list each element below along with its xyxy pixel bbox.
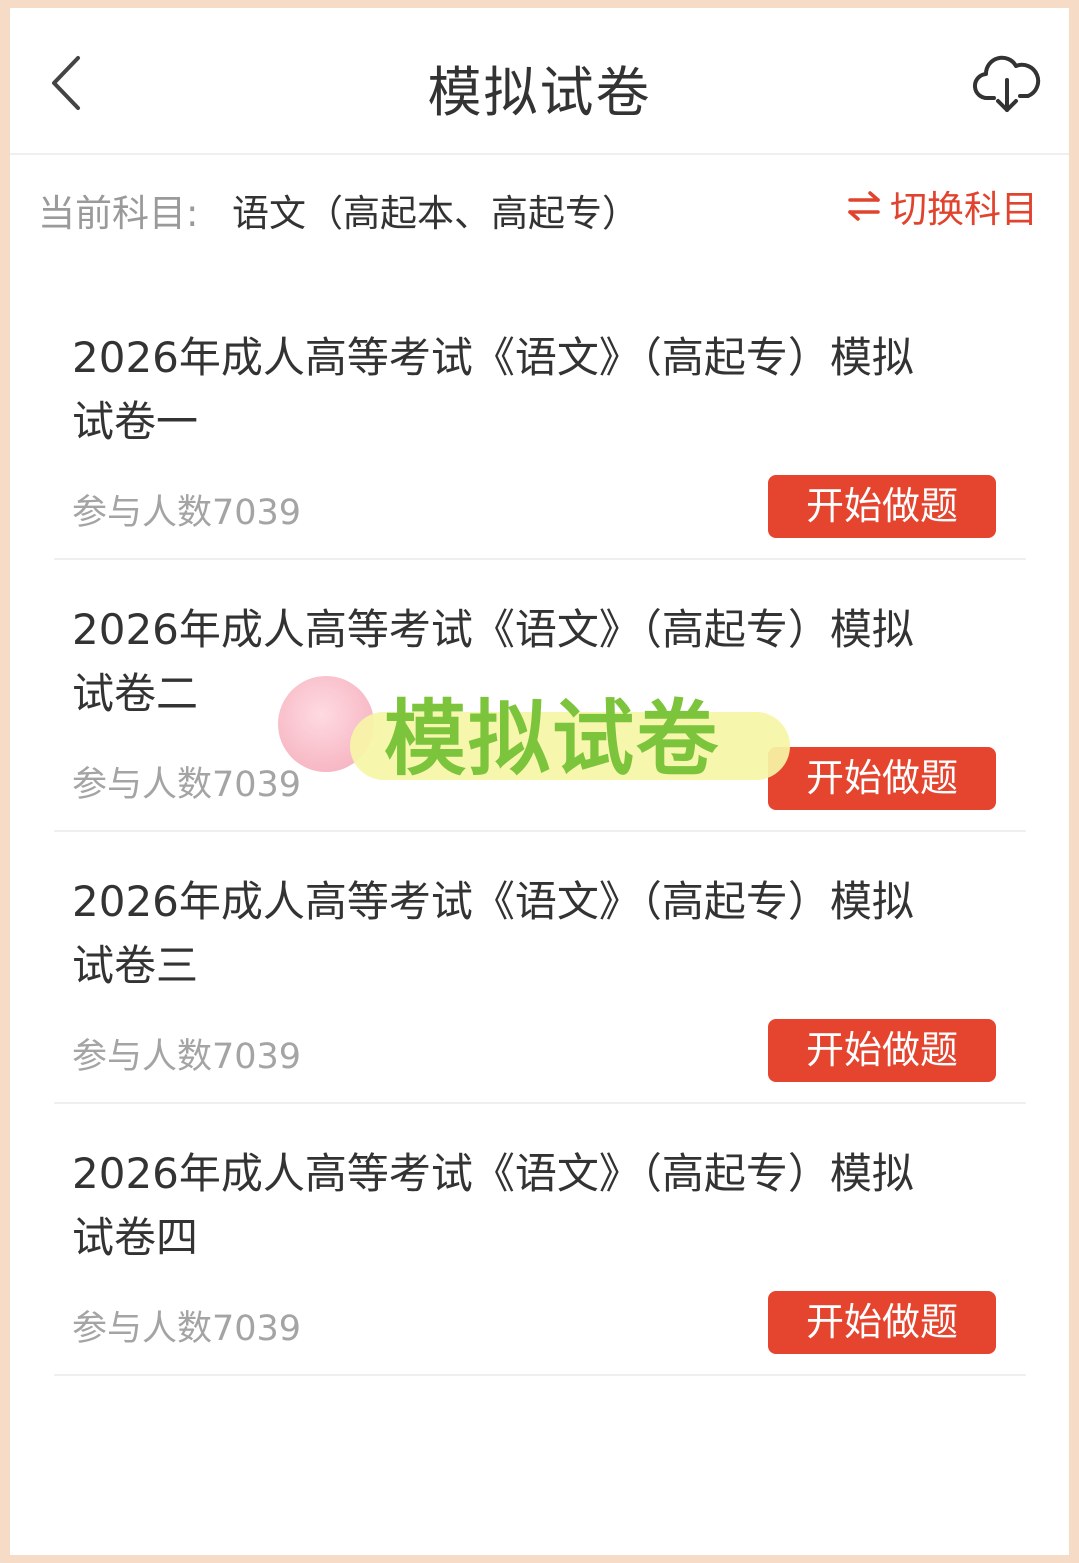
page-title: 模拟试卷 xyxy=(427,61,652,124)
exam-card: 2026年成人高等考试《语文》（高起专）模拟试卷二 参与人数7039 开始做题 xyxy=(54,560,1026,832)
exam-list: 2026年成人高等考试《语文》（高起专）模拟试卷一 参与人数7039 开始做题 … xyxy=(54,288,1026,1376)
exam-card: 2026年成人高等考试《语文》（高起专）模拟试卷一 参与人数7039 开始做题 xyxy=(54,288,1026,560)
cloud-download-icon xyxy=(973,55,1041,112)
participant-count: 参与人数7039 xyxy=(72,493,302,533)
exam-title[interactable]: 2026年成人高等考试《语文》（高起专）模拟试卷四 xyxy=(72,1142,952,1270)
swap-arrows-icon xyxy=(848,191,880,221)
exam-card: 2026年成人高等考试《语文》（高起专）模拟试卷四 参与人数7039 开始做题 xyxy=(54,1104,1026,1376)
start-exam-button[interactable]: 开始做题 xyxy=(768,475,996,538)
subject-bar: 当前科目: 语文（高起本、高起专） 切换科目 xyxy=(10,155,1069,275)
participant-count: 参与人数7039 xyxy=(72,1309,302,1349)
start-exam-button[interactable]: 开始做题 xyxy=(768,1019,996,1082)
switch-subject-label: 切换科目 xyxy=(890,188,1038,231)
download-button[interactable] xyxy=(972,48,1042,118)
participant-count: 参与人数7039 xyxy=(72,1037,302,1077)
exam-title[interactable]: 2026年成人高等考试《语文》（高起专）模拟试卷三 xyxy=(72,870,952,998)
participant-count: 参与人数7039 xyxy=(72,765,302,805)
subject-value: 语文（高起本、高起专） xyxy=(232,192,639,235)
start-exam-button[interactable]: 开始做题 xyxy=(768,1291,996,1354)
exam-title[interactable]: 2026年成人高等考试《语文》（高起专）模拟试卷一 xyxy=(72,326,952,454)
exam-card: 2026年成人高等考试《语文》（高起专）模拟试卷三 参与人数7039 开始做题 xyxy=(54,832,1026,1104)
start-exam-button[interactable]: 开始做题 xyxy=(768,747,996,810)
subject-label: 当前科目: xyxy=(38,192,199,235)
app-screen: 模拟试卷 当前科目: 语文（高起本、高起专） 切换科目 2026年成人高等考试《… xyxy=(10,8,1069,1555)
exam-title[interactable]: 2026年成人高等考试《语文》（高起专）模拟试卷二 xyxy=(72,598,952,726)
switch-subject-button[interactable]: 切换科目 xyxy=(846,181,1038,231)
nav-header: 模拟试卷 xyxy=(10,8,1069,155)
